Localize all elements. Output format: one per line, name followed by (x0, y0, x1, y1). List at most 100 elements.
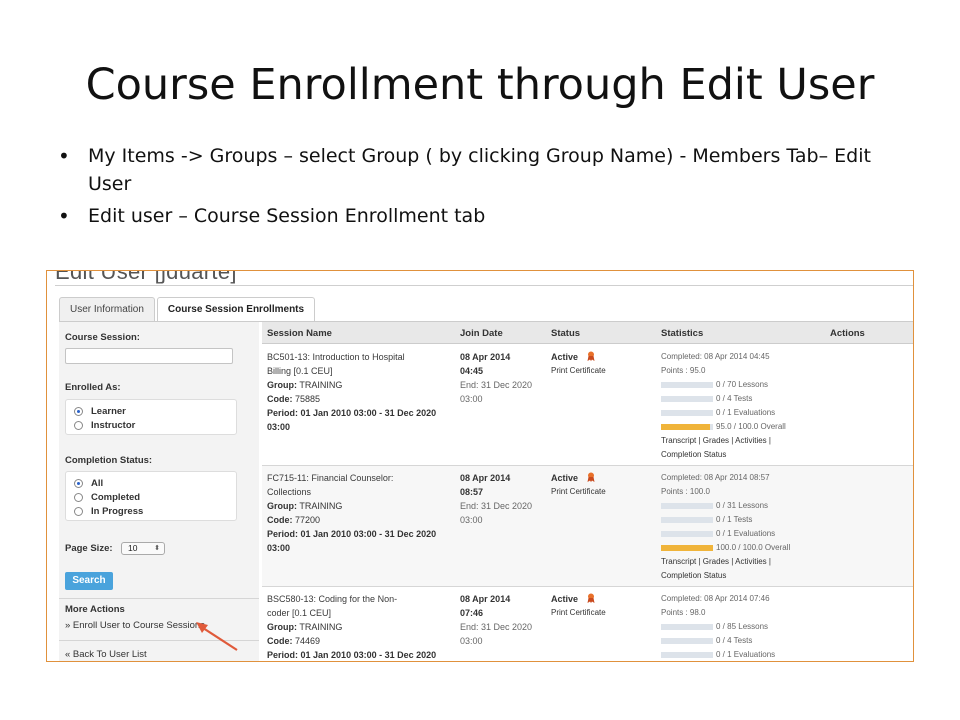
end-time: 03:00 (460, 515, 483, 525)
session-name-link[interactable]: BC501-13: Introduction to Hospital (267, 350, 452, 364)
print-certificate-link[interactable]: Print Certificate (551, 364, 651, 378)
group-value: TRAINING (299, 501, 343, 511)
tests-count: 0 / 4 Tests (716, 394, 753, 403)
group-label: Group: (267, 501, 297, 511)
evaluations-count: 0 / 1 Evaluations (716, 529, 776, 538)
divider (59, 598, 259, 599)
status-cell: Active Print Certificate (551, 592, 651, 620)
radio-icon[interactable] (74, 420, 83, 430)
enroll-user-link[interactable]: » Enroll User to Course Sessions (65, 620, 205, 631)
join-date-cell: 08 Apr 2014 08:57 End: 31 Dec 2020 03:00 (460, 471, 545, 527)
end-date: End: 31 Dec 2020 (460, 380, 533, 390)
session-name-link[interactable]: FC715-11: Financial Counselor: (267, 471, 452, 485)
divider (55, 285, 913, 286)
overall-progress: 95.0 / 100.0 Overall (661, 420, 821, 434)
row-action-links[interactable]: Transcript | Grades | Activities | (661, 555, 821, 569)
progress-track (661, 638, 713, 644)
session-name-link[interactable]: Collections (267, 485, 452, 499)
session-code: Code: 74469 (267, 634, 452, 648)
radio-checked-icon[interactable] (74, 478, 83, 488)
tests-progress: 0 / 1 Tests (661, 513, 821, 527)
table-row: BSC580-13: Coding for the Non- coder [0.… (262, 587, 913, 661)
tab-bar: User Information Course Session Enrollme… (59, 297, 317, 322)
group-value: TRAINING (299, 622, 343, 632)
lessons-progress: 0 / 85 Lessons (661, 620, 821, 634)
page-size-label: Page Size: (65, 543, 113, 554)
progress-track (661, 652, 713, 658)
radio-instructor[interactable]: Instructor (74, 418, 236, 432)
join-time: 07:46 (460, 608, 484, 618)
print-certificate-link[interactable]: Print Certificate (551, 606, 651, 620)
period-value: 01 Jan 2010 03:00 - 31 Dec 2020 (300, 529, 437, 539)
join-date-cell: 08 Apr 2014 07:46 End: 31 Dec 2020 03:00 (460, 592, 545, 648)
header-status[interactable]: Status (551, 328, 580, 339)
session-name-link[interactable]: coder [0.1 CEU] (267, 606, 452, 620)
radio-icon[interactable] (74, 492, 83, 502)
header-join-date[interactable]: Join Date (460, 328, 503, 339)
page-size-select[interactable]: 10 ⬍ (121, 542, 165, 555)
overall-score: 95.0 / 100.0 Overall (716, 422, 786, 431)
period-value: 01 Jan 2010 03:00 - 31 Dec 2020 (300, 650, 437, 660)
page-heading: Edit User [jduarte] (55, 270, 237, 284)
radio-label: Instructor (91, 419, 136, 431)
screenshot-frame: Edit User [jduarte] User Information Cou… (46, 270, 914, 662)
back-to-user-list-link[interactable]: « Back To User List (65, 649, 147, 660)
statistics-cell: Completed: 08 Apr 2014 04:45 Points : 95… (661, 350, 821, 462)
progress-fill (661, 545, 713, 551)
completed-date: Completed: 08 Apr 2014 07:46 (661, 594, 770, 603)
header-statistics[interactable]: Statistics (661, 328, 703, 339)
header-actions: Actions (830, 328, 865, 339)
completion-status-link[interactable]: Completion Status (661, 448, 821, 462)
radio-in-progress[interactable]: In Progress (74, 504, 236, 518)
status-line: Active (551, 471, 651, 485)
annotation-arrow-icon (196, 622, 238, 651)
overall-progress: 100.0 / 100.0 Overall (661, 541, 821, 555)
status-badge: Active (551, 352, 579, 362)
radio-completed[interactable]: Completed (74, 490, 236, 504)
progress-track (661, 410, 713, 416)
certificate-medal-icon (587, 472, 595, 482)
progress-track (661, 545, 713, 551)
radio-checked-icon[interactable] (74, 406, 83, 416)
code-value: 75885 (295, 394, 321, 404)
session-name-link[interactable]: BSC580-13: Coding for the Non- (267, 592, 452, 606)
row-action-links[interactable]: Transcript | Grades | Activities | (661, 434, 821, 448)
lessons-progress: 0 / 70 Lessons (661, 378, 821, 392)
radio-learner[interactable]: Learner (74, 404, 236, 418)
evaluations-progress: 0 / 1 Evaluations (661, 527, 821, 541)
search-button[interactable]: Search (65, 572, 113, 590)
certificate-medal-icon (587, 351, 595, 361)
header-session-name[interactable]: Session Name (267, 328, 332, 339)
course-session-input[interactable] (65, 348, 233, 364)
session-cell: FC715-11: Financial Counselor: Collectio… (267, 471, 452, 555)
tab-user-information[interactable]: User Information (59, 297, 155, 321)
group-label: Group: (267, 622, 297, 632)
print-certificate-link[interactable]: Print Certificate (551, 485, 651, 499)
more-actions-label: More Actions (65, 604, 125, 615)
status-badge: Active (551, 473, 579, 483)
radio-all[interactable]: All (74, 476, 236, 490)
points: Points : 98.0 (661, 608, 706, 617)
progress-track (661, 503, 713, 509)
session-name-link[interactable]: Billing [0.1 CEU] (267, 364, 452, 378)
progress-track (661, 624, 713, 630)
arrow-head (196, 622, 208, 633)
certificate-medal-icon (587, 593, 595, 603)
group-label: Group: (267, 380, 297, 390)
code-label: Code: (267, 394, 293, 404)
tab-course-session-enrollments[interactable]: Course Session Enrollments (156, 297, 316, 322)
statistics-cell: Completed: 08 Apr 2014 08:57 Points : 10… (661, 471, 821, 583)
progress-fill (661, 424, 711, 430)
end-date: End: 31 Dec 2020 (460, 501, 533, 511)
status-line: Active (551, 350, 651, 364)
lessons-count: 0 / 85 Lessons (716, 622, 769, 631)
chevron-updown-icon: ⬍ (154, 545, 160, 552)
completed-date: Completed: 08 Apr 2014 04:45 (661, 352, 770, 361)
completion-status-link[interactable]: Completion Status (661, 569, 821, 583)
points: Points : 100.0 (661, 487, 710, 496)
radio-icon[interactable] (74, 506, 83, 516)
tests-count: 0 / 1 Tests (716, 515, 753, 524)
tests-progress: 0 / 4 Tests (661, 392, 821, 406)
tests-progress: 0 / 4 Tests (661, 634, 821, 648)
code-value: 74469 (295, 636, 321, 646)
